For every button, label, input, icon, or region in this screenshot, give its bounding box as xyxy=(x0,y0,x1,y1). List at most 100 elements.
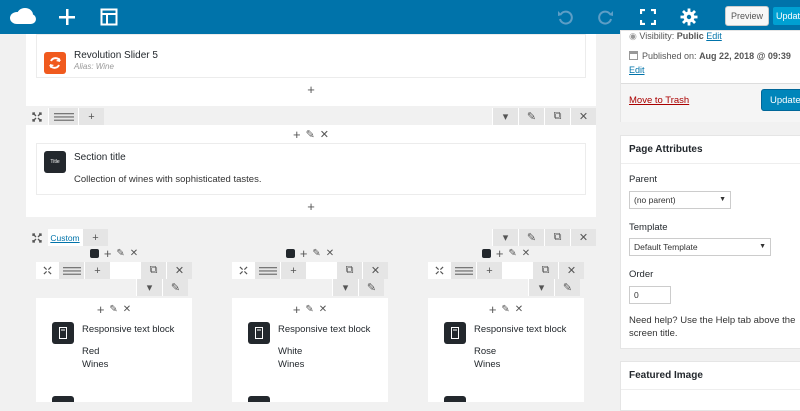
slider-element[interactable]: Revolution Slider 5 Alias: Wine xyxy=(36,34,586,78)
close-icon[interactable]: ✕ xyxy=(130,248,138,259)
chevron-down-icon[interactable]: ▾ xyxy=(492,108,518,125)
clone-icon[interactable]: ⧉ xyxy=(544,108,570,125)
column-layout-icon[interactable] xyxy=(254,262,280,279)
move-icon[interactable] xyxy=(232,262,254,279)
inner-row-toolbar: + ⧉ ✕ xyxy=(36,262,192,279)
plus-icon[interactable]: + xyxy=(307,199,315,214)
featured-image-heading[interactable]: Featured Image xyxy=(621,362,800,390)
pencil-icon[interactable]: ✎ xyxy=(554,279,580,296)
visibility-edit-link[interactable]: Edit xyxy=(706,31,722,41)
parent-select[interactable]: (no parent) ▼ xyxy=(629,191,731,209)
close-icon[interactable]: ✕ xyxy=(558,262,584,279)
chevron-down-icon: ▼ xyxy=(719,196,726,203)
cloud-logo-icon[interactable] xyxy=(8,5,38,29)
chevron-down-icon[interactable]: ▾ xyxy=(332,279,358,296)
chevron-down-icon: ▼ xyxy=(759,243,766,250)
plus-icon[interactable]: + xyxy=(293,127,301,142)
text-block-icon xyxy=(52,396,74,402)
close-icon[interactable]: ✕ xyxy=(319,304,327,315)
published-value: Aug 22, 2018 @ 09:39 xyxy=(699,51,791,61)
text-block-icon xyxy=(444,322,466,344)
pencil-icon[interactable]: ✎ xyxy=(518,229,544,246)
column-layout-icon[interactable] xyxy=(450,262,476,279)
publish-box: ◉ Visibility: Public Edit Published on: … xyxy=(620,30,800,122)
preview-button[interactable]: Preview xyxy=(725,6,769,26)
plus-icon[interactable]: + xyxy=(104,246,112,261)
close-icon[interactable]: ✕ xyxy=(326,248,334,259)
visibility-label: Visibility: xyxy=(639,31,675,41)
move-icon[interactable] xyxy=(36,262,58,279)
clone-icon[interactable]: ⧉ xyxy=(532,262,558,279)
order-input[interactable]: 0 xyxy=(629,286,671,304)
move-icon[interactable] xyxy=(428,262,450,279)
chevron-down-icon[interactable]: ▾ xyxy=(528,279,554,296)
plus-icon[interactable]: + xyxy=(78,108,104,125)
custom-layout-link[interactable]: Custom xyxy=(48,229,82,246)
text-block-title: Responsive text block xyxy=(474,324,567,335)
published-label: Published on: xyxy=(642,51,697,61)
plus-icon[interactable]: + xyxy=(97,302,105,317)
text-block-line2: Wines xyxy=(82,359,109,370)
clone-icon[interactable]: ⧉ xyxy=(140,262,166,279)
column-layout-icon[interactable] xyxy=(58,262,84,279)
order-input-value: 0 xyxy=(634,290,639,300)
text-block-line1: Red xyxy=(82,346,100,357)
pencil-icon[interactable]: ✎ xyxy=(109,304,117,315)
pencil-icon[interactable]: ✎ xyxy=(162,279,188,296)
pencil-icon[interactable]: ✎ xyxy=(358,279,384,296)
close-icon[interactable]: ✕ xyxy=(320,128,329,141)
plus-icon[interactable] xyxy=(55,5,79,29)
chevron-down-icon[interactable]: ▾ xyxy=(136,279,162,296)
close-icon[interactable]: ✕ xyxy=(522,248,530,259)
pencil-icon[interactable]: ✎ xyxy=(312,248,320,259)
move-icon[interactable] xyxy=(26,108,48,125)
visibility-row: ◉ Visibility: Public Edit xyxy=(629,31,722,42)
layout-icon[interactable] xyxy=(97,5,121,29)
close-icon[interactable]: ✕ xyxy=(570,229,596,246)
plus-icon[interactable]: + xyxy=(84,262,110,279)
pencil-icon[interactable]: ✎ xyxy=(116,248,124,259)
plus-icon[interactable]: + xyxy=(300,246,308,261)
calendar-icon xyxy=(629,51,638,60)
section-title-element[interactable]: Title Section title Collection of wines … xyxy=(36,143,586,195)
element-controls: + ✎ ✕ xyxy=(232,302,388,317)
move-to-trash-link[interactable]: Move to Trash xyxy=(629,95,689,106)
pencil-icon[interactable]: ✎ xyxy=(306,128,315,141)
column-inner: + ✎ ✕ Responsive text block Rose Wines xyxy=(428,298,584,402)
plus-icon[interactable]: + xyxy=(280,262,306,279)
redo-icon[interactable] xyxy=(594,5,618,29)
fullscreen-icon[interactable] xyxy=(636,5,660,29)
plus-icon[interactable]: + xyxy=(489,302,497,317)
plus-icon[interactable]: + xyxy=(82,229,108,246)
undo-icon[interactable] xyxy=(553,5,577,29)
close-icon[interactable]: ✕ xyxy=(166,262,192,279)
plus-icon[interactable]: + xyxy=(307,82,315,97)
published-edit-link[interactable]: Edit xyxy=(629,65,645,75)
template-select[interactable]: Default Template ▼ xyxy=(629,238,771,256)
plus-icon[interactable]: + xyxy=(496,246,504,261)
gear-icon[interactable] xyxy=(677,5,701,29)
help-text: Need help? Use the Help tab above the sc… xyxy=(629,315,796,339)
move-icon[interactable] xyxy=(26,229,48,246)
clone-icon[interactable]: ⧉ xyxy=(336,262,362,279)
column-layout-icon[interactable] xyxy=(48,108,78,125)
custom-link-text[interactable]: Custom xyxy=(50,233,79,243)
plus-icon[interactable]: + xyxy=(293,302,301,317)
close-icon[interactable]: ✕ xyxy=(515,304,523,315)
update-button[interactable]: Update xyxy=(761,89,800,111)
page-attributes-heading: Page Attributes xyxy=(621,136,800,164)
close-icon[interactable]: ✕ xyxy=(123,304,131,315)
column-3: + ✎ ✕ + ⧉ ✕ ▾ ✎ + ✎ ✕ Responsive text block … xyxy=(418,246,594,402)
pencil-icon[interactable]: ✎ xyxy=(518,108,544,125)
close-icon[interactable]: ✕ xyxy=(362,262,388,279)
pencil-icon[interactable]: ✎ xyxy=(305,304,313,315)
pencil-icon[interactable]: ✎ xyxy=(501,304,509,315)
update-button-top[interactable]: Update xyxy=(772,6,800,26)
close-icon[interactable]: ✕ xyxy=(570,108,596,125)
plus-icon[interactable]: + xyxy=(476,262,502,279)
chevron-down-icon[interactable]: ▾ xyxy=(492,229,518,246)
text-block-icon xyxy=(52,322,74,344)
revolution-slider-icon xyxy=(44,52,66,74)
clone-icon[interactable]: ⧉ xyxy=(544,229,570,246)
pencil-icon[interactable]: ✎ xyxy=(508,248,516,259)
